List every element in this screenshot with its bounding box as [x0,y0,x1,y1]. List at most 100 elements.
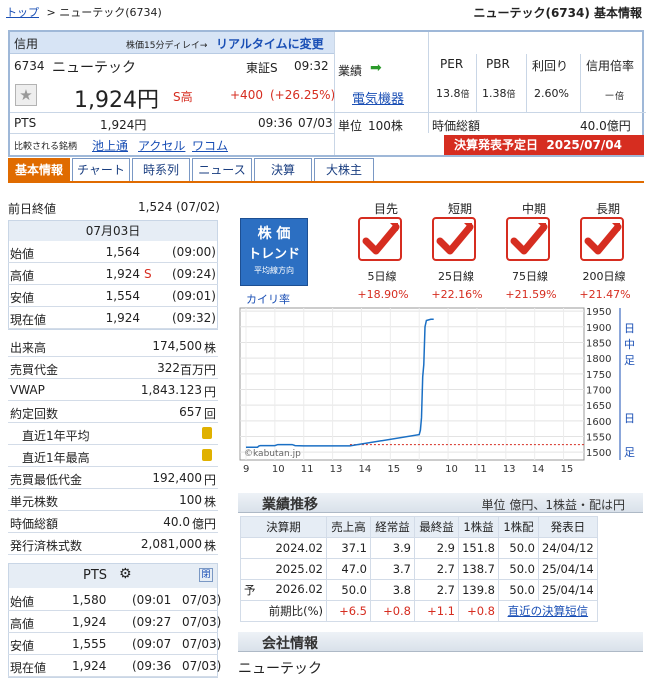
recent-earnings-link[interactable]: 直近の決算短信 [498,600,598,622]
financials-row: 2025.02 47.0 3.7 2.7 138.7 50.0 25/04/14 [240,558,598,580]
y-tick-label: 1650 [586,401,611,412]
stat-row: 時価総額 40.0 億円 [8,511,218,533]
price-change-pct: (+26.25%) [270,88,336,102]
breadcrumb-current: ニューテック(6734) [59,6,162,19]
industry-link[interactable]: 電気機器 [352,88,404,107]
exchange: 東証S [246,61,278,75]
yoy-cell: +0.8 [458,600,499,622]
pts-panel-header: PTS ⚙ 閉 [9,564,217,588]
uptrend-check-icon [580,217,624,261]
tab-earnings[interactable]: 決算 [254,158,312,182]
pts-row-date: 07/03) [182,615,222,629]
day-row-label: 現在値 [10,313,47,327]
financials-title: 業績推移 [262,497,318,513]
financials-cell: 25/04/14 [538,558,598,580]
tab-chart[interactable]: チャート [72,158,130,182]
day-row-time: (09:01) [172,289,216,303]
pts-row-label: 現在値 [10,661,47,675]
tab-major-shareholders[interactable]: 大株主 [314,158,374,182]
chart-side-label: 足 [624,354,635,367]
tab-time-series[interactable]: 時系列 [132,158,190,182]
yoy-cell: +1.1 [414,600,459,622]
y-tick-label: 1600 [586,417,611,428]
x-tick-label: 15 [387,464,400,475]
financials-yoy-row: 前期比(%) +6.5 +0.8 +1.1 +0.8 直近の決算短信 [240,600,598,622]
y-tick-label: 1750 [586,370,611,381]
trend-line: 75日線 [512,270,548,283]
favorite-star-icon[interactable]: ★ [15,84,37,106]
financials-table: 決算期 売上高 経常益 最終益 1株益 1株配 発表日 2024.02 37.1 3.9 2.9 15… [240,516,598,622]
chart-watermark: ©kabutan.jp [244,449,301,459]
current-price: 1,924円 [74,88,159,113]
market-cap-value: 40.0億円 [580,119,631,133]
price-flag: S高 [173,90,193,104]
financials-col-header: 1株配 [498,516,539,538]
related-stock-link[interactable]: 池上通 [92,137,128,154]
gear-icon[interactable]: ⚙ [119,566,132,582]
stat-unit: 株 [203,341,216,355]
uptrend-check-icon [432,217,476,261]
divider [428,112,646,113]
financials-cell: 50.0 [498,579,539,601]
pts-row: 安値 1,555 (09:07 07/03) [8,633,221,655]
day-row-value: 1,564 [105,245,140,259]
pts-row-value: 1,555 [72,637,107,651]
close-button[interactable]: 閉 [199,568,213,582]
prev-close-date: (07/02) [176,200,220,214]
chart-side-label: 日 [624,412,635,425]
y-tick-label: 1900 [586,323,611,334]
divider [526,54,527,112]
forecast-mark: 予 [244,583,256,597]
stat-value: 192,400 [152,471,202,485]
pts-row-time: (09:27 [132,615,172,629]
x-tick-label: 13 [330,464,343,475]
stat-label: 約定回数 [10,407,59,421]
industry-label: 業績 [338,64,363,78]
day-row-label: 高値 [10,269,35,283]
stat-row: 出来高 174,500 株 [8,335,218,357]
financials-col-header: 売上高 [326,516,371,538]
stat-value: 2,081,000 [140,537,202,551]
day-row-time: (09:00) [172,245,216,259]
financials-cell: 47.0 [326,558,371,580]
tab-news[interactable]: ニュース [192,158,252,182]
day-row: 現在値 1,924 (09:32) [8,307,218,329]
stat-label: 時価総額 [10,517,59,531]
chart-plot-area [239,307,585,461]
related-stock-link[interactable]: アクセル [138,137,185,154]
stat-label: VWAP [10,383,45,397]
stat-unit: 円 [203,473,216,487]
financials-period: 2025.02 [240,558,327,580]
realtime-link[interactable]: リアルタイムに変更 [216,35,324,52]
pbr-label: PBR [486,57,510,71]
day-row: 安値 1,554 (09:01) [8,285,218,307]
yield-label: 利回り [532,59,569,73]
divider [10,112,334,113]
financials-cell: 3.8 [370,579,415,601]
day-row-value: 1,554 [105,289,140,303]
stat-label: 単元株数 [10,495,59,509]
related-stock-link[interactable]: ワコム [192,137,228,154]
quote-time: 09:32 [294,59,329,73]
trend-pct: +21.59% [505,288,557,301]
lock-icon[interactable] [202,427,212,439]
lock-icon[interactable] [202,449,212,461]
tab-basic-info[interactable]: 基本情報 [8,158,70,182]
pts-row-time: (09:07 [132,637,172,651]
y-tick-label: 1700 [586,385,611,396]
financials-cell: 3.7 [370,558,415,580]
trend-line: 200日線 [582,270,626,283]
market-cap-label: 時価総額 [432,119,481,133]
financials-header-row: 決算期 売上高 経常益 最終益 1株益 1株配 発表日 [240,516,598,538]
per-value: 13.8倍 [436,87,470,100]
stat-row: 発行済株式数 2,081,000 株 [8,533,218,555]
financials-cell: 3.9 [370,537,415,559]
financials-col-header: 1株益 [458,516,499,538]
stock-header-box: 信用 株価15分ディレイ→ リアルタイムに変更 6734 ニューテック 東証S … [8,30,646,157]
pts-row-date: 07/03) [182,593,222,607]
breadcrumb-top-link[interactable]: トップ [6,6,39,19]
company-name: ニューテック [238,661,322,677]
divider [334,112,428,113]
financials-col-header: 決算期 [240,516,327,538]
stat-value: 40.0 [163,515,190,529]
